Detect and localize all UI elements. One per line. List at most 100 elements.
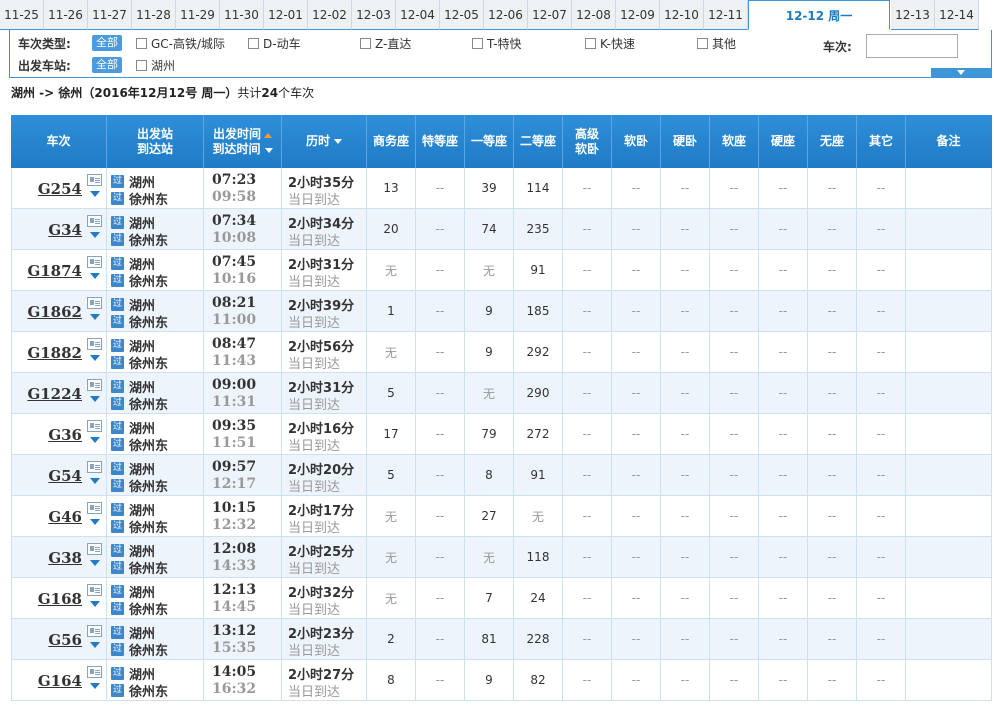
train-type-option-1[interactable]: D-动车 [248, 35, 301, 52]
date-tab-7[interactable]: 12-02 [308, 0, 352, 30]
seat-availability[interactable]: -- [612, 250, 661, 290]
seat-availability[interactable]: -- [612, 537, 661, 577]
seat-availability[interactable]: -- [612, 373, 661, 413]
date-tab-0[interactable]: 11-25 [0, 0, 44, 30]
date-tab-19[interactable]: 12-14 [935, 0, 979, 30]
train-info-icon[interactable] [87, 543, 102, 555]
seat-availability[interactable]: -- [857, 373, 906, 413]
seat-availability[interactable]: -- [808, 414, 857, 454]
seat-availability[interactable]: -- [710, 619, 759, 659]
train-info-icon[interactable] [87, 338, 102, 350]
seat-availability[interactable]: -- [416, 455, 465, 495]
seat-availability[interactable]: 24 [514, 578, 563, 618]
seat-availability[interactable]: -- [416, 496, 465, 536]
seat-availability[interactable]: 1 [367, 291, 416, 331]
seat-availability[interactable]: -- [857, 209, 906, 249]
date-tab-1[interactable]: 11-26 [44, 0, 88, 30]
seat-availability[interactable]: -- [661, 578, 710, 618]
seat-availability[interactable]: -- [563, 537, 612, 577]
seat-availability[interactable]: -- [710, 209, 759, 249]
seat-availability[interactable]: -- [661, 496, 710, 536]
seat-availability[interactable]: -- [661, 250, 710, 290]
train-type-all-button[interactable]: 全部 [92, 35, 122, 51]
seat-availability[interactable]: -- [612, 209, 661, 249]
seat-availability[interactable]: -- [759, 168, 808, 208]
train-info-icon[interactable] [87, 502, 102, 514]
date-tab-4[interactable]: 11-29 [176, 0, 220, 30]
date-tab-13[interactable]: 12-08 [572, 0, 616, 30]
seat-availability[interactable]: -- [710, 414, 759, 454]
seat-availability[interactable]: -- [612, 332, 661, 372]
seat-availability[interactable]: 9 [465, 660, 514, 700]
seat-availability[interactable]: -- [416, 209, 465, 249]
date-tab-11[interactable]: 12-06 [484, 0, 528, 30]
train-number-link[interactable]: G38 [48, 549, 82, 567]
seat-availability[interactable]: 9 [465, 291, 514, 331]
seat-availability[interactable]: -- [857, 291, 906, 331]
seat-availability[interactable]: -- [710, 373, 759, 413]
date-tab-12[interactable]: 12-07 [528, 0, 572, 30]
collapse-filter-button[interactable] [931, 68, 991, 78]
seat-availability[interactable]: -- [661, 537, 710, 577]
train-type-option-2[interactable]: Z-直达 [360, 35, 411, 52]
seat-availability[interactable]: -- [563, 168, 612, 208]
seat-availability[interactable]: -- [661, 291, 710, 331]
seat-availability[interactable]: -- [416, 578, 465, 618]
seat-availability[interactable]: 13 [367, 168, 416, 208]
seat-availability[interactable]: -- [759, 250, 808, 290]
seat-availability[interactable]: -- [563, 332, 612, 372]
seat-availability[interactable]: -- [808, 291, 857, 331]
seat-availability[interactable]: 74 [465, 209, 514, 249]
seat-availability[interactable]: 228 [514, 619, 563, 659]
seat-availability[interactable]: -- [857, 578, 906, 618]
expand-stops-icon[interactable] [90, 314, 100, 320]
station-option-0[interactable]: 湖州 [136, 57, 175, 74]
seat-availability[interactable]: -- [759, 578, 808, 618]
seat-availability[interactable]: -- [612, 291, 661, 331]
seat-availability[interactable]: 17 [367, 414, 416, 454]
seat-availability[interactable]: 无 [367, 250, 416, 290]
train-number-link[interactable]: G54 [48, 467, 82, 485]
seat-availability[interactable]: -- [563, 496, 612, 536]
train-info-icon[interactable] [87, 297, 102, 309]
checkbox-icon[interactable] [697, 38, 708, 49]
seat-availability[interactable]: -- [759, 373, 808, 413]
departure-station-all-button[interactable]: 全部 [92, 57, 122, 73]
train-info-icon[interactable] [87, 584, 102, 596]
seat-availability[interactable]: 235 [514, 209, 563, 249]
seat-availability[interactable]: 9 [465, 332, 514, 372]
seat-availability[interactable]: -- [416, 332, 465, 372]
train-info-icon[interactable] [87, 174, 102, 186]
seat-availability[interactable]: -- [808, 168, 857, 208]
expand-stops-icon[interactable] [90, 355, 100, 361]
seat-availability[interactable]: -- [759, 291, 808, 331]
seat-availability[interactable]: -- [563, 250, 612, 290]
seat-availability[interactable]: 79 [465, 414, 514, 454]
seat-availability[interactable]: -- [661, 332, 710, 372]
seat-availability[interactable]: -- [710, 250, 759, 290]
seat-availability[interactable]: -- [416, 291, 465, 331]
seat-availability[interactable]: -- [808, 455, 857, 495]
train-info-icon[interactable] [87, 379, 102, 391]
seat-availability[interactable]: -- [808, 250, 857, 290]
seat-availability[interactable]: -- [808, 619, 857, 659]
seat-availability[interactable]: -- [661, 168, 710, 208]
seat-availability[interactable]: -- [612, 414, 661, 454]
train-number-link[interactable]: G1882 [27, 344, 82, 362]
train-number-link[interactable]: G36 [48, 426, 82, 444]
seat-availability[interactable]: -- [857, 332, 906, 372]
seat-availability[interactable]: -- [808, 496, 857, 536]
seat-availability[interactable]: -- [759, 332, 808, 372]
seat-availability[interactable]: -- [759, 537, 808, 577]
train-number-link[interactable]: G164 [38, 672, 82, 690]
seat-availability[interactable]: 无 [367, 496, 416, 536]
seat-availability[interactable]: -- [857, 537, 906, 577]
train-info-icon[interactable] [87, 256, 102, 268]
seat-availability[interactable]: 20 [367, 209, 416, 249]
seat-availability[interactable]: -- [857, 660, 906, 700]
train-number-link[interactable]: G56 [48, 631, 82, 649]
train-info-icon[interactable] [87, 215, 102, 227]
seat-availability[interactable]: 82 [514, 660, 563, 700]
expand-stops-icon[interactable] [90, 642, 100, 648]
seat-availability[interactable]: -- [612, 496, 661, 536]
